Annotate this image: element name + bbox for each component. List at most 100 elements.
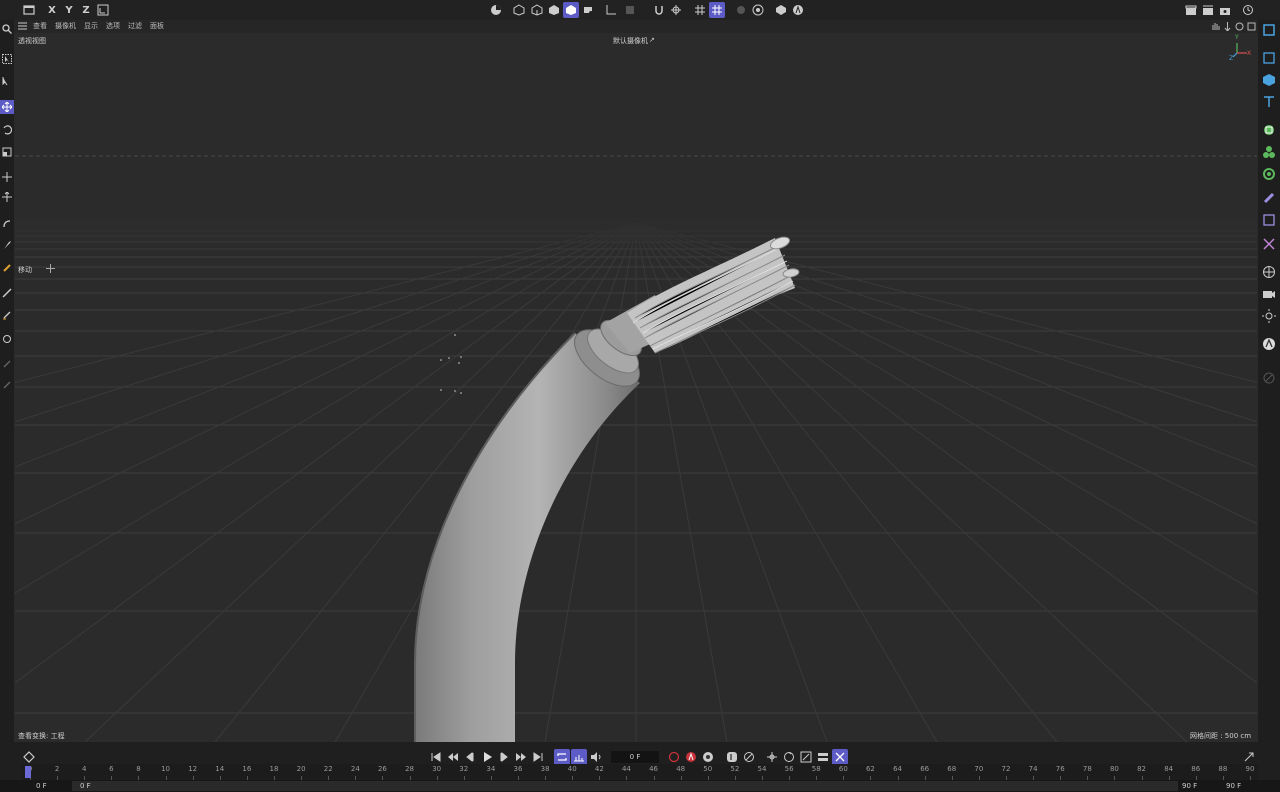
environment-icon[interactable] xyxy=(1261,264,1277,280)
solo-off-icon[interactable] xyxy=(733,2,749,18)
edges-mode-icon[interactable] xyxy=(529,2,545,18)
camera-icon[interactable] xyxy=(1261,286,1277,302)
key-parameter-icon[interactable] xyxy=(815,749,831,765)
loop-icon[interactable] xyxy=(554,749,570,765)
disabled-tool-right-icon[interactable] xyxy=(1261,370,1277,386)
scene-tag-icon[interactable] xyxy=(1261,336,1277,352)
layout-icon[interactable] xyxy=(1240,2,1256,18)
render-view-icon[interactable] xyxy=(488,2,504,18)
selection-icon[interactable] xyxy=(0,52,14,66)
knife-tool-icon[interactable] xyxy=(0,286,14,300)
menu-panel[interactable]: 面板 xyxy=(150,21,164,31)
light-icon[interactable] xyxy=(1261,308,1277,324)
previous-frame-icon[interactable] xyxy=(462,749,478,765)
rotate-tool-icon[interactable] xyxy=(0,123,14,137)
range-start-field-2[interactable]: 0 F xyxy=(80,781,110,791)
magnet-tool-icon[interactable] xyxy=(0,332,14,346)
key-pla-icon[interactable] xyxy=(832,749,848,765)
cube-icon[interactable] xyxy=(1261,72,1277,88)
snap-settings-icon[interactable] xyxy=(603,2,619,18)
go-to-start-icon[interactable] xyxy=(428,749,444,765)
polygon-pen-icon[interactable] xyxy=(0,308,14,322)
render-picture-viewer-icon[interactable] xyxy=(1200,2,1216,18)
scale-tool-icon[interactable] xyxy=(0,145,14,159)
ruler-tick-label: 44 xyxy=(621,765,631,773)
brush-tool-icon[interactable] xyxy=(0,260,14,274)
range-end-field[interactable]: 90 F xyxy=(1182,781,1206,791)
lod-icon[interactable] xyxy=(773,2,789,18)
timeline-expand-icon[interactable] xyxy=(1241,749,1257,765)
key-position-icon[interactable] xyxy=(764,749,780,765)
grid-snap-icon[interactable] xyxy=(709,2,725,18)
sound-icon[interactable] xyxy=(588,749,604,765)
menu-cameras[interactable]: 摄像机 xyxy=(55,21,76,31)
camera-link-icon[interactable]: ↗ xyxy=(649,36,655,44)
ruler-tick-label: 64 xyxy=(893,765,903,773)
cloner-icon[interactable] xyxy=(1261,144,1277,160)
axis-x-button[interactable]: X xyxy=(44,2,60,18)
playhead[interactable] xyxy=(25,766,31,778)
timeline-ruler[interactable]: 0246810121416182022242628303234363840424… xyxy=(22,764,1258,780)
model-mode-icon[interactable] xyxy=(563,2,579,18)
menu-display[interactable]: 显示 xyxy=(84,21,98,31)
menu-filter[interactable]: 过滤 xyxy=(128,21,142,31)
text-spline-icon[interactable] xyxy=(1261,94,1277,110)
go-to-end-icon[interactable] xyxy=(530,749,546,765)
effector-icon[interactable] xyxy=(1261,166,1277,182)
camera-label[interactable]: 默认摄像机 xyxy=(613,36,648,46)
keyframe-diamond-icon[interactable] xyxy=(21,749,37,765)
cube-outline-icon[interactable] xyxy=(1261,50,1277,66)
render-clapper-icon[interactable] xyxy=(1183,2,1199,18)
record-off-icon[interactable] xyxy=(666,749,682,765)
live-selection-icon[interactable] xyxy=(0,74,14,88)
current-frame-field[interactable]: 0 F xyxy=(611,751,659,763)
next-key-icon[interactable] xyxy=(513,749,529,765)
next-frame-icon[interactable] xyxy=(496,749,512,765)
points-mode-icon[interactable] xyxy=(511,2,527,18)
solo-icon[interactable] xyxy=(750,2,766,18)
move-tool-icon[interactable] xyxy=(0,100,14,114)
snap-target-icon[interactable] xyxy=(668,2,684,18)
key-mode-icon[interactable] xyxy=(724,749,740,765)
key-scale-icon[interactable] xyxy=(798,749,814,765)
object-manager-icon[interactable] xyxy=(1261,22,1277,38)
axis-z-button[interactable]: Z xyxy=(78,2,94,18)
field-icon[interactable] xyxy=(1261,212,1277,228)
key-rotation-icon[interactable] xyxy=(781,749,797,765)
volume-icon[interactable] xyxy=(1261,236,1277,252)
disabled-tool-2-icon[interactable] xyxy=(0,378,14,392)
play-icon[interactable] xyxy=(479,749,495,765)
disabled-tool-icon[interactable] xyxy=(0,357,14,371)
axis-mode-icon[interactable] xyxy=(622,2,638,18)
window-icon[interactable] xyxy=(21,2,37,18)
keyframe-selection-icon[interactable] xyxy=(700,749,716,765)
menu-options[interactable]: 选项 xyxy=(106,21,120,31)
workplane-icon[interactable] xyxy=(692,2,708,18)
range-slider[interactable] xyxy=(72,781,1178,791)
key-interp-icon[interactable] xyxy=(741,749,757,765)
placement-tool-icon[interactable] xyxy=(0,190,14,204)
previous-key-icon[interactable] xyxy=(445,749,461,765)
sketch-tool-icon[interactable] xyxy=(0,238,14,252)
deformer-icon[interactable] xyxy=(1261,190,1277,206)
render-settings-icon[interactable] xyxy=(1217,2,1233,18)
transform-tool-icon[interactable] xyxy=(0,170,14,184)
subdivision-icon[interactable] xyxy=(1261,122,1277,138)
spline-pen-icon[interactable] xyxy=(0,217,14,231)
magnet-icon[interactable] xyxy=(651,2,667,18)
search-icon[interactable] xyxy=(0,22,14,36)
autokey-icon[interactable] xyxy=(683,749,699,765)
perspective-viewport[interactable]: 透视视图 默认摄像机 ↗ 移动 Y Z X 查看变换: 工程 网格间距 : 50… xyxy=(15,33,1257,742)
ruler-tick-label: 14 xyxy=(215,765,225,773)
viewport-filter-icon[interactable] xyxy=(790,2,806,18)
texture-mode-icon[interactable] xyxy=(580,2,596,18)
axis-y-button[interactable]: Y xyxy=(61,2,77,18)
hamburger-menu-icon[interactable] xyxy=(18,22,27,30)
range-start-field[interactable]: 0 F xyxy=(36,781,66,791)
polygons-mode-icon[interactable] xyxy=(546,2,562,18)
cable-model[interactable] xyxy=(15,33,1257,742)
playback-rate-icon[interactable] xyxy=(571,749,587,765)
menu-view[interactable]: 查看 xyxy=(33,21,47,31)
coordinate-system-icon[interactable] xyxy=(95,2,111,18)
range-end-field-2[interactable]: 90 F xyxy=(1226,781,1250,791)
